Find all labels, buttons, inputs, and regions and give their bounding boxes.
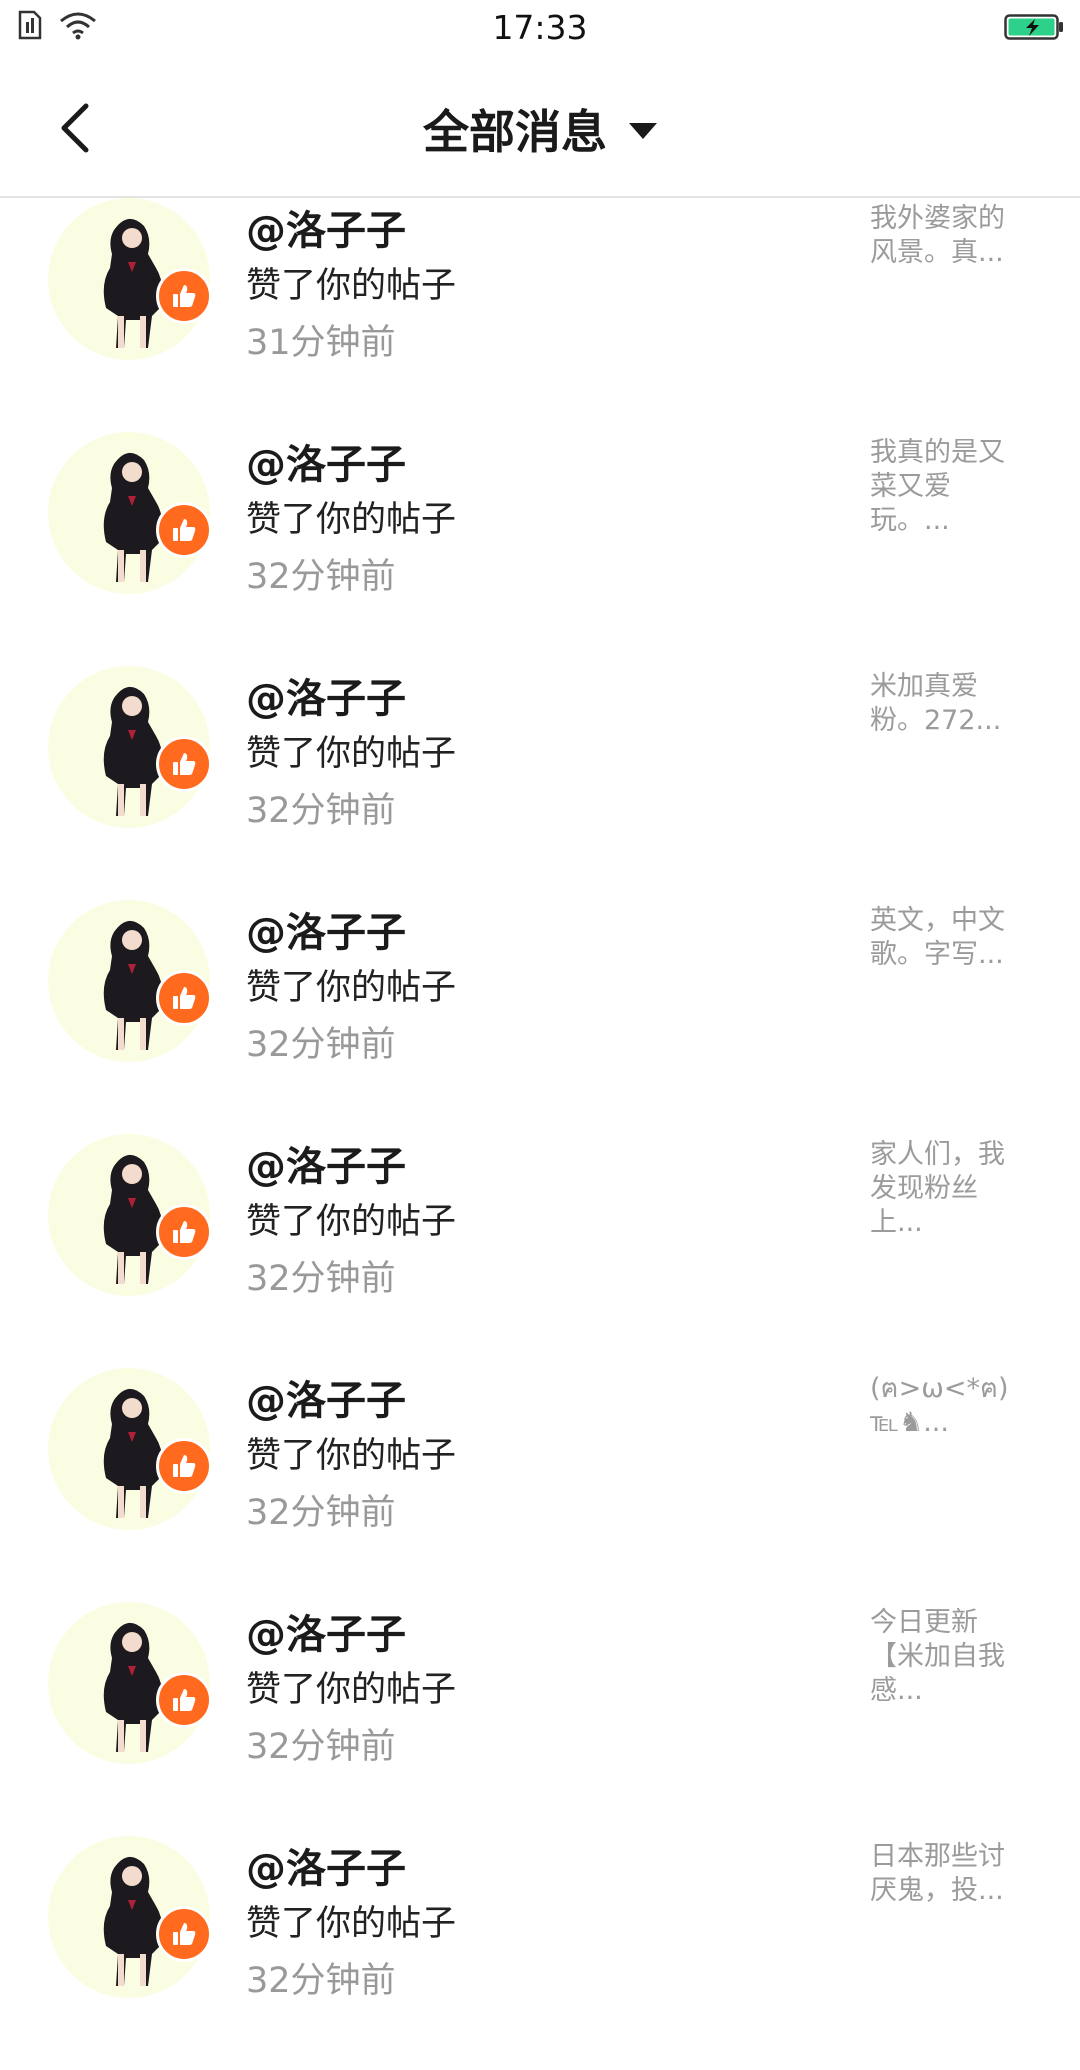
timestamp: 31分钟前 <box>246 323 396 363</box>
like-badge <box>156 502 212 558</box>
user-name[interactable]: @洛子子 <box>246 900 406 958</box>
like-badge <box>156 1672 212 1728</box>
user-name[interactable]: @洛子子 <box>246 198 406 256</box>
like-badge <box>156 970 212 1026</box>
notification-item[interactable]: @洛子子 赞了你的帖子 32分钟前 米加真爱粉。272... <box>0 666 1080 900</box>
like-badge <box>156 1906 212 1962</box>
post-snippet[interactable]: 日本那些讨厌鬼，投... <box>870 1840 1030 1908</box>
timestamp: 32分钟前 <box>246 1259 396 1299</box>
notification-item[interactable]: @洛子子 赞了你的帖子 32分钟前 我真的是又菜又爱玩。... <box>0 432 1080 666</box>
timestamp: 32分钟前 <box>246 791 396 831</box>
thumbs-up-icon <box>173 285 196 307</box>
action-text: 赞了你的帖子 <box>246 1202 457 1242</box>
battery-charging-icon <box>1004 14 1063 40</box>
action-text: 赞了你的帖子 <box>246 968 457 1008</box>
user-name[interactable]: @洛子子 <box>246 1368 406 1426</box>
thumbs-up-icon <box>173 1221 196 1243</box>
page-title: 全部消息 <box>423 105 607 159</box>
post-snippet[interactable]: 我真的是又菜又爱玩。... <box>870 436 1030 538</box>
thumbs-up-icon <box>173 519 196 541</box>
like-badge <box>156 736 212 792</box>
user-name[interactable]: @洛子子 <box>246 1836 406 1894</box>
notification-item[interactable]: @洛子子 赞了你的帖子 32分钟前 英文，中文歌。字写... <box>0 900 1080 1134</box>
nav-header: 全部消息 <box>0 60 1080 198</box>
timestamp: 32分钟前 <box>246 1727 396 1767</box>
timestamp: 32分钟前 <box>246 1025 396 1065</box>
notification-item[interactable]: @洛子子 赞了你的帖子 32分钟前 家人们，我发现粉丝上... <box>0 1134 1080 1368</box>
like-badge <box>156 1204 212 1260</box>
post-snippet[interactable]: 米加真爱粉。272... <box>870 670 1030 738</box>
notification-item[interactable]: @洛子子 赞了你的帖子 31分钟前 我外婆家的风景。真... <box>0 198 1080 432</box>
thumbs-up-icon <box>173 987 196 1009</box>
message-filter-dropdown[interactable]: 全部消息 <box>0 96 1080 162</box>
user-name[interactable]: @洛子子 <box>246 1134 406 1192</box>
notification-item[interactable]: @洛子子 赞了你的帖子 32分钟前 (ฅ>ω<*ฅ)℡♞... <box>0 1368 1080 1602</box>
user-name[interactable]: @洛子子 <box>246 432 406 490</box>
action-text: 赞了你的帖子 <box>246 734 457 774</box>
status-time: 17:33 <box>492 8 588 47</box>
thumbs-up-icon <box>173 1923 196 1945</box>
thumbs-up-icon <box>173 1689 196 1711</box>
post-snippet[interactable]: (ฅ>ω<*ฅ)℡♞... <box>870 1372 1030 1440</box>
action-text: 赞了你的帖子 <box>246 500 457 540</box>
post-snippet[interactable]: 今日更新【米加自我感... <box>870 1606 1030 1708</box>
like-badge <box>156 1438 212 1494</box>
notification-list: @洛子子 赞了你的帖子 31分钟前 我外婆家的风景。真... @洛子子 赞了你的… <box>0 198 1080 2070</box>
user-name[interactable]: @洛子子 <box>246 1602 406 1660</box>
user-name[interactable]: @洛子子 <box>246 666 406 724</box>
timestamp: 32分钟前 <box>246 557 396 597</box>
dropdown-caret-icon <box>629 123 657 139</box>
timestamp: 32分钟前 <box>246 1493 396 1533</box>
post-snippet[interactable]: 家人们，我发现粉丝上... <box>870 1138 1030 1240</box>
action-text: 赞了你的帖子 <box>246 1436 457 1476</box>
notification-item[interactable]: @洛子子 赞了你的帖子 32分钟前 今日更新【米加自我感... <box>0 1602 1080 1836</box>
notification-item[interactable]: @洛子子 赞了你的帖子 32分钟前 日本那些讨厌鬼，投... <box>0 1836 1080 2070</box>
status-bar: 17:33 <box>0 0 1080 60</box>
timestamp: 32分钟前 <box>246 1961 396 2001</box>
thumbs-up-icon <box>173 753 196 775</box>
action-text: 赞了你的帖子 <box>246 1904 457 1944</box>
action-text: 赞了你的帖子 <box>246 1670 457 1710</box>
post-snippet[interactable]: 英文，中文歌。字写... <box>870 904 1030 972</box>
thumbs-up-icon <box>173 1455 196 1477</box>
post-snippet[interactable]: 我外婆家的风景。真... <box>870 202 1030 270</box>
like-badge <box>156 268 212 324</box>
action-text: 赞了你的帖子 <box>246 266 457 306</box>
